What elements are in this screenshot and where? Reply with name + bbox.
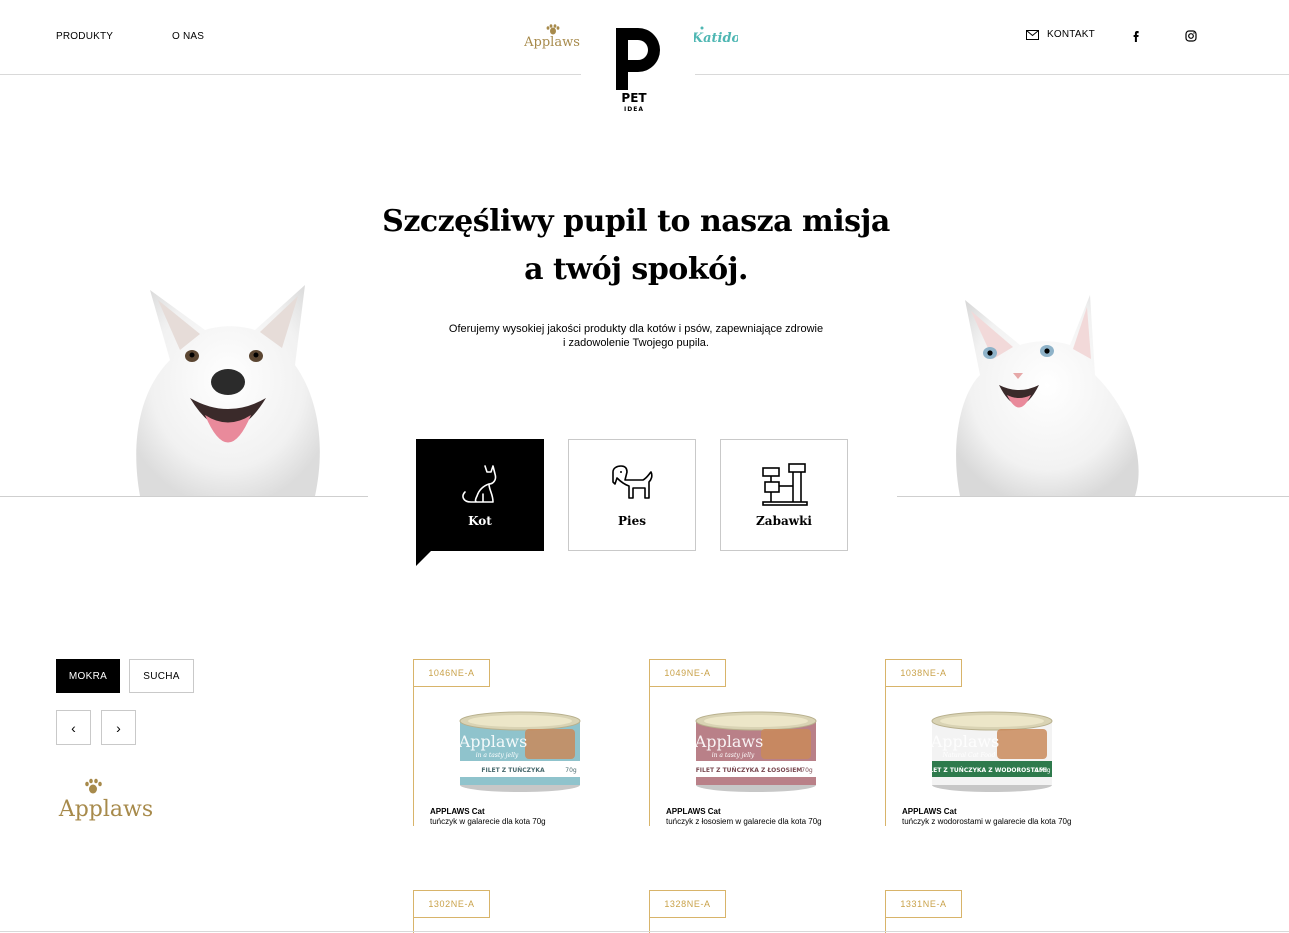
svg-text:Applaws: Applaws — [523, 35, 580, 50]
product-can-weight: 70g — [565, 767, 577, 774]
product-code: 1302NE-A — [413, 890, 490, 918]
cat-photo — [956, 295, 1139, 496]
product-can-image: Applawsin a tasty jelly FILET Z TUŃCZYKA 7… — [458, 711, 581, 792]
product-card[interactable]: 1328NE-A — [649, 890, 869, 933]
applaws-wordmark: Applaws — [58, 797, 153, 822]
category-tile-kot[interactable]: Kot — [416, 439, 544, 551]
product-can-band-label: FILET Z TUŃCZYKA Z ŁOSOSIEM — [696, 766, 803, 774]
prev-arrow-button[interactable]: ‹ — [56, 710, 91, 745]
product-code: 1331NE-A — [885, 890, 962, 918]
logo-text-pet: PET — [621, 91, 647, 105]
product-description: tuńczyk z wodorostami w galarecie dla ko… — [902, 817, 1072, 826]
svg-text:Applaws: Applaws — [458, 732, 528, 751]
product-description: tuńczyk z łososiem w galarecie dla kota … — [666, 817, 822, 826]
next-arrow-button[interactable]: › — [101, 710, 136, 745]
product-can-weight: 156g — [1035, 767, 1050, 774]
chevron-right-icon: › — [116, 719, 121, 736]
kontakt-label: KONTAKT — [1047, 29, 1095, 40]
filter-mokra-button[interactable]: MOKRA — [56, 659, 120, 693]
header-divider-right — [695, 74, 1289, 75]
applaws-brand-logo[interactable]: Applaws — [522, 24, 582, 52]
product-code: 1328NE-A — [649, 890, 726, 918]
category-label-pies: Pies — [618, 514, 646, 528]
product-can-weight: 70g — [801, 767, 813, 774]
product-code: 1046NE-A — [413, 659, 490, 687]
product-can-tagline: in a tasty jelly — [476, 752, 519, 759]
product-brand: APPLAWS Cat — [666, 807, 721, 816]
filter-sucha-button[interactable]: SUCHA — [129, 659, 194, 693]
cat-icon — [462, 465, 497, 503]
product-code: 1038NE-A — [885, 659, 962, 687]
active-tile-pointer — [416, 550, 432, 566]
category-label-kot: Kot — [468, 514, 492, 528]
products-fold-mask — [380, 826, 1140, 888]
product-card[interactable]: 1049NE-A Applaws in a tasty jelly FILET Z T… — [649, 659, 869, 826]
product-can-tagline: in a tasty jelly — [712, 752, 755, 759]
katido-brand-logo[interactable]: Katido — [694, 24, 738, 48]
product-can-image: Applawsin a tasty jelly FILET Z TUŃCZYKA … — [694, 711, 817, 792]
cat-tree-icon — [762, 463, 808, 506]
envelope-icon — [1026, 29, 1039, 40]
hero-divider-right — [897, 496, 1289, 497]
dog-icon — [612, 465, 653, 499]
product-can-band-label: FILET Z TUŃCZYKA — [481, 766, 545, 774]
nav-o-nas[interactable]: O NAS — [172, 31, 204, 42]
nav-produkty[interactable]: PRODUKTY — [56, 31, 113, 42]
product-code: 1049NE-A — [649, 659, 726, 687]
product-can-band-label: FILET Z TUŃCZYKA Z WODOROSTAMI — [927, 766, 1047, 774]
applaws-brand-logo-large: Applaws — [58, 778, 153, 822]
hero-description-line-1: Oferujemy wysokiej jakości produkty dla … — [448, 323, 824, 335]
svg-text:Katido: Katido — [694, 31, 738, 46]
hero-title: Szczęśliwy pupil to nasza misja a twój s… — [340, 198, 932, 294]
kontakt-link[interactable]: KONTAKT — [1026, 29, 1095, 40]
hero-title-line-1: Szczęśliwy pupil to nasza misja — [382, 204, 890, 239]
hero-description-line-2: i zadowolenie Twojego pupila. — [563, 337, 709, 349]
hero-divider-left — [0, 496, 368, 497]
product-can-image: ApplawsNatural Cat Food FILET Z TUŃCZYKA … — [927, 711, 1053, 792]
product-description: tuńczyk w galarecie dla kota 70g — [430, 817, 546, 826]
product-card[interactable]: 1302NE-A — [413, 890, 633, 933]
header-divider-left — [0, 74, 581, 75]
bottom-divider — [0, 931, 1289, 932]
product-card[interactable]: 1038NE-A Applaws Natural Cat Food FILET Z T… — [885, 659, 1105, 826]
product-card[interactable]: 1331NE-A — [885, 890, 1105, 933]
product-card[interactable]: 1046NE-A Applaws in a tasty jelly FILET Z T… — [413, 659, 633, 826]
product-can-tagline: Natural Cat Food — [942, 752, 996, 759]
chevron-left-icon: ‹ — [71, 719, 76, 736]
hero-title-line-2: a twój spokój. — [524, 252, 748, 287]
svg-text:Applaws: Applaws — [694, 732, 764, 751]
product-brand: APPLAWS Cat — [902, 807, 957, 816]
facebook-icon[interactable] — [1129, 29, 1143, 43]
dog-photo — [136, 285, 320, 496]
category-tile-pies[interactable]: Pies — [568, 439, 696, 551]
product-brand: APPLAWS Cat — [430, 807, 485, 816]
logo-text-idea: IDEA — [624, 106, 644, 113]
svg-text:Applaws: Applaws — [930, 732, 1000, 751]
category-tile-zabawki[interactable]: Zabawki — [720, 439, 848, 551]
pet-idea-logo[interactable]: PET IDEA — [604, 22, 668, 114]
hero-description: Oferujemy wysokiej jakości produkty dla … — [436, 322, 836, 350]
instagram-icon[interactable] — [1184, 29, 1198, 43]
category-label-zabawki: Zabawki — [756, 514, 812, 528]
